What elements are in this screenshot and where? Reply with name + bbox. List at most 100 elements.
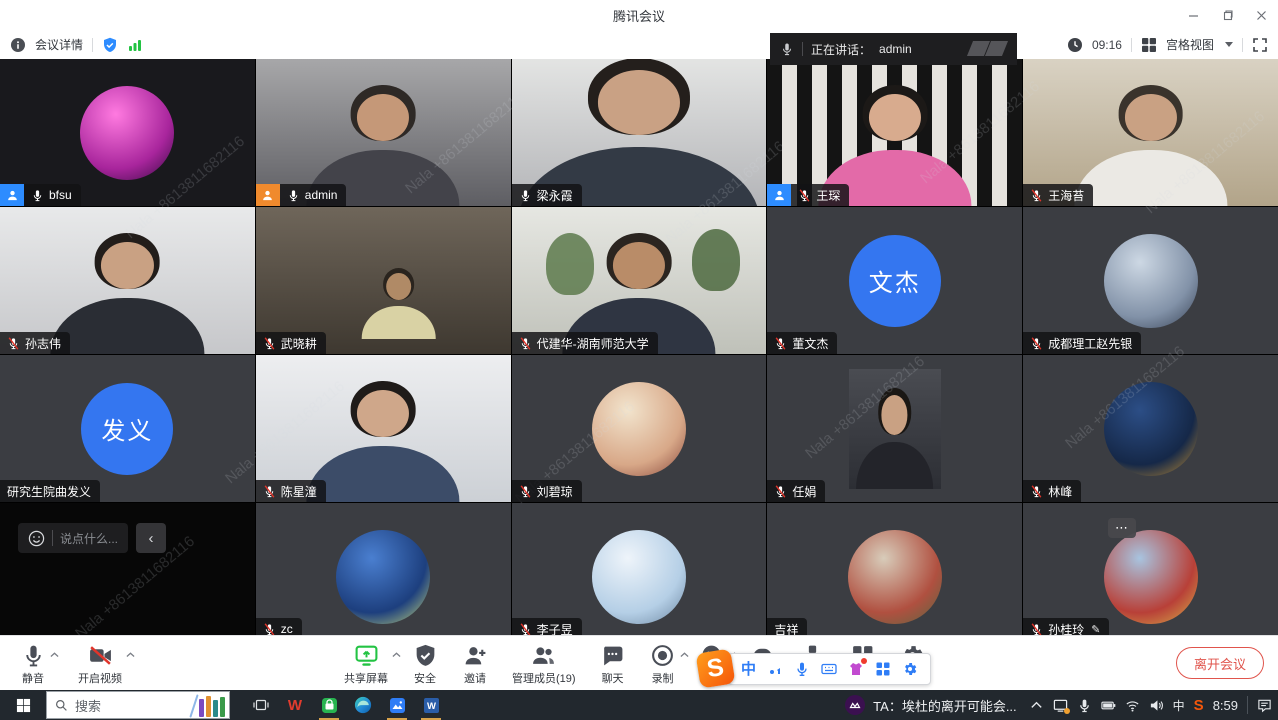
- record-icon: [650, 643, 675, 668]
- chevron-up-icon[interactable]: [126, 652, 135, 658]
- ime-toolbar: S 中: [698, 651, 931, 686]
- participant-tile-吉祥[interactable]: 吉祥: [767, 503, 1022, 635]
- tray-lang-indicator[interactable]: 中: [1173, 697, 1185, 714]
- toolbar-invite-button[interactable]: 邀请: [462, 643, 488, 686]
- wps-icon[interactable]: W: [278, 690, 312, 720]
- emoji-icon[interactable]: [28, 530, 45, 547]
- participant-tile-成都理工赵先银[interactable]: 成都理工赵先银: [1023, 207, 1278, 354]
- mic-muted-icon: [263, 623, 276, 636]
- participant-label: 吉祥: [767, 618, 807, 635]
- avatar-initials: 发义: [81, 383, 173, 475]
- divider: [1242, 38, 1243, 52]
- toolbar-mic-button[interactable]: 静音: [20, 643, 46, 686]
- news-ticker[interactable]: TA：埃杜的离开可能会...: [845, 695, 1016, 715]
- sogou-logo-icon[interactable]: S: [695, 648, 735, 688]
- participant-name: 孙桂玲: [1048, 621, 1084, 636]
- ime-lang-toggle[interactable]: 中: [741, 658, 756, 679]
- toolbar-label: 邀请: [464, 670, 486, 686]
- ime-skin-icon[interactable]: [848, 661, 864, 677]
- ime-settings-icon[interactable]: [902, 661, 918, 677]
- chat-icon: [600, 643, 625, 668]
- start-button[interactable]: [0, 690, 46, 720]
- chat-input[interactable]: 说点什么...: [18, 523, 128, 553]
- action-center-icon[interactable]: [1257, 698, 1272, 713]
- grid-view-icon[interactable]: [1141, 37, 1157, 53]
- toolbar-record-button[interactable]: 录制: [650, 643, 676, 686]
- mic-on-icon: [780, 42, 794, 56]
- participant-tile-王琛[interactable]: 王琛: [767, 59, 1022, 206]
- chat-placeholder[interactable]: 说点什么...: [60, 530, 118, 547]
- participant-tile-bfsu[interactable]: bfsu: [0, 59, 255, 206]
- user-badge: [0, 184, 24, 206]
- clock[interactable]: 8:59: [1213, 698, 1238, 713]
- toolbar-shield-button[interactable]: 安全: [412, 643, 438, 686]
- participant-tile-董文杰[interactable]: 文杰董文杰: [767, 207, 1022, 354]
- edit-name-icon[interactable]: ✎: [1091, 623, 1100, 636]
- screen-share-tray-icon[interactable]: [1053, 698, 1068, 713]
- mic-muted-icon: [263, 337, 276, 350]
- mic-muted-icon: [7, 337, 20, 350]
- news-headline[interactable]: TA：埃杜的离开可能会...: [873, 696, 1016, 715]
- participant-tile-李子昱[interactable]: 李子昱: [512, 503, 767, 635]
- ime-toolbox-icon[interactable]: [875, 661, 891, 677]
- participant-name: 梁永霞: [537, 187, 573, 204]
- fullscreen-icon[interactable]: [1252, 37, 1268, 53]
- close-icon[interactable]: [1244, 0, 1278, 30]
- mic-tray-icon[interactable]: [1077, 698, 1092, 713]
- ime-keyboard-icon[interactable]: [821, 661, 837, 677]
- tray-expand-icon[interactable]: [1029, 698, 1044, 713]
- edge-icon[interactable]: [346, 690, 380, 720]
- participant-tile-王海苔[interactable]: 王海苔: [1023, 59, 1278, 206]
- meeting-timer: 09:16: [1092, 38, 1122, 52]
- chat-collapse-button[interactable]: ‹: [136, 523, 166, 553]
- photos-app-icon[interactable]: [380, 690, 414, 720]
- ime-punct-icon[interactable]: [767, 661, 783, 677]
- participant-tile-代建华-湖南师范大学[interactable]: 代建华-湖南师范大学: [512, 207, 767, 354]
- sogou-tray-icon[interactable]: S: [1194, 697, 1204, 714]
- toolbar-camera-off-button[interactable]: 开启视频: [78, 643, 122, 686]
- search-input[interactable]: 搜索: [46, 691, 230, 719]
- battery-icon[interactable]: [1101, 698, 1116, 713]
- participant-tile-武晓耕[interactable]: 武晓耕: [256, 207, 511, 354]
- participant-tile-刘碧琼[interactable]: 刘碧琼: [512, 355, 767, 502]
- mic-muted-icon: [1030, 485, 1043, 498]
- view-mode-selector[interactable]: 宫格视图: [1166, 36, 1214, 53]
- minimize-button[interactable]: [1176, 0, 1210, 30]
- chevron-up-icon[interactable]: [680, 652, 689, 658]
- mic-on-icon: [287, 189, 300, 202]
- participant-tile-admin[interactable]: admin: [256, 59, 511, 206]
- speaker-icon[interactable]: [1149, 698, 1164, 713]
- signal-bars-icon[interactable]: [127, 37, 143, 53]
- meeting-details-button[interactable]: 会议详情: [35, 36, 83, 53]
- more-options-button[interactable]: ⋯: [1108, 518, 1136, 538]
- network-icon[interactable]: [1125, 698, 1140, 713]
- participant-tile-任娟[interactable]: 任娟: [767, 355, 1022, 502]
- chevron-up-icon[interactable]: [50, 652, 59, 658]
- participant-tile-梁永霞[interactable]: 梁永霞: [512, 59, 767, 206]
- participant-tile-研究生院曲发义[interactable]: 发义研究生院曲发义: [0, 355, 255, 502]
- participant-tile-zc[interactable]: zc: [256, 503, 511, 635]
- participant-tile-林峰[interactable]: 林峰: [1023, 355, 1278, 502]
- app-store-icon[interactable]: [312, 690, 346, 720]
- participant-tile-陈星潼[interactable]: 陈星潼: [256, 355, 511, 502]
- participant-name: zc: [281, 622, 293, 635]
- chevron-down-icon[interactable]: [1225, 42, 1233, 47]
- person-silhouette: [360, 266, 436, 340]
- toolbar-chat-button[interactable]: 聊天: [600, 643, 626, 686]
- maximize-button[interactable]: [1210, 0, 1244, 30]
- participant-label: 代建华-湖南师范大学: [512, 332, 658, 354]
- window-title: 腾讯会议: [613, 6, 665, 25]
- task-view-icon[interactable]: [244, 690, 278, 720]
- toolbar-members-button[interactable]: 管理成员(19): [512, 643, 576, 686]
- participant-tile-孙志伟[interactable]: 孙志伟: [0, 207, 255, 354]
- toolbar-share-screen-button[interactable]: 共享屏幕: [344, 643, 388, 686]
- participant-tile-孙桂玲[interactable]: 孙桂玲 ✎: [1023, 503, 1278, 635]
- participant-label: zc: [256, 618, 302, 635]
- info-icon[interactable]: [10, 37, 26, 53]
- ime-mic-icon[interactable]: [794, 661, 810, 677]
- shield-check-icon[interactable]: [102, 37, 118, 53]
- chevron-up-icon[interactable]: [392, 652, 401, 658]
- leave-meeting-button[interactable]: 离开会议: [1176, 647, 1264, 679]
- participant-name: 孙志伟: [25, 335, 61, 352]
- word-icon[interactable]: W: [414, 690, 448, 720]
